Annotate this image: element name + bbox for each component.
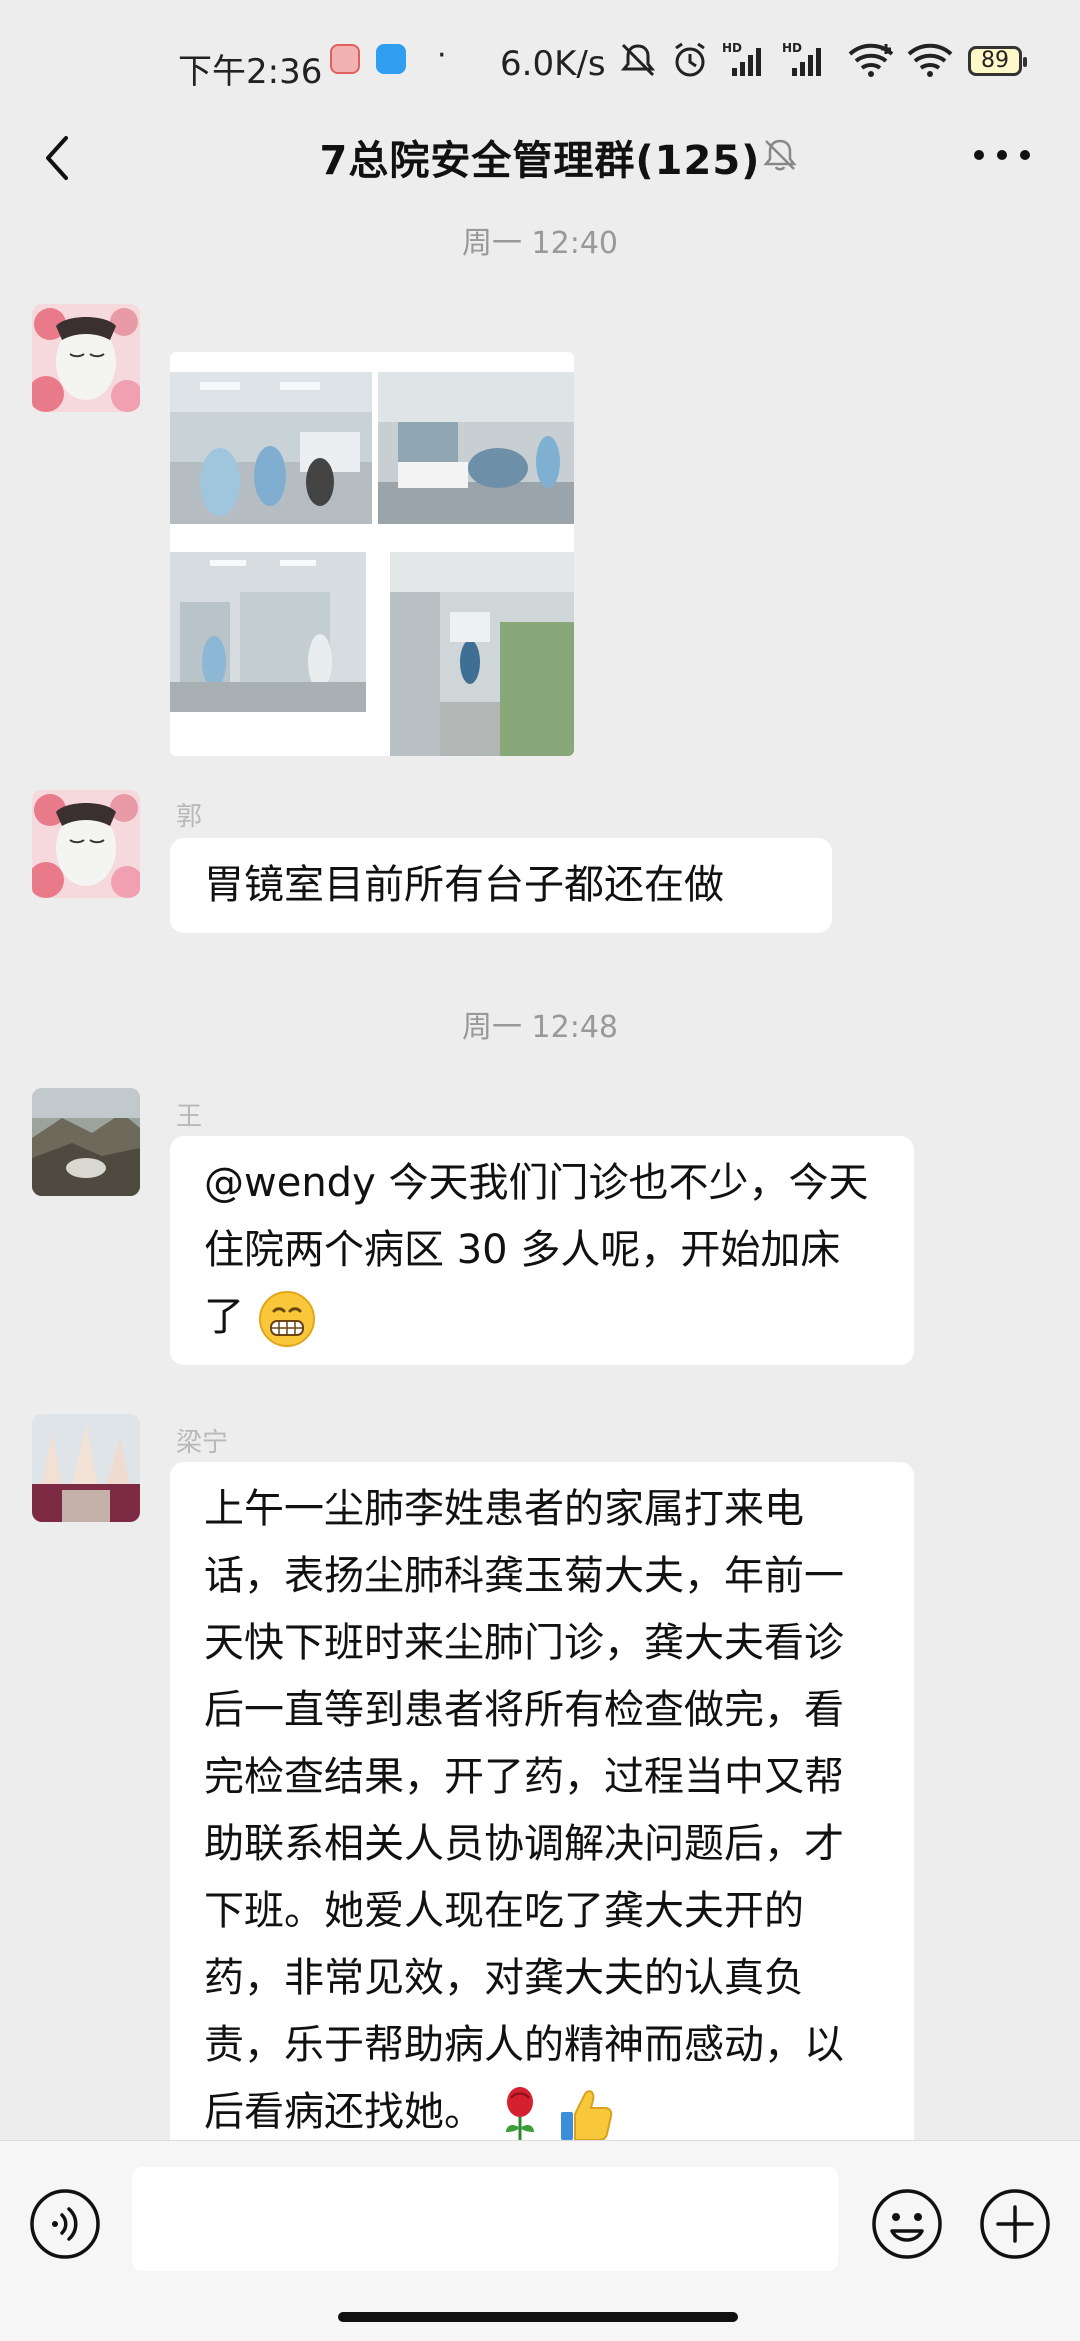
message-bubble[interactable]: 上午一尘肺李姓患者的家属打来电话，表扬尘肺科龚玉菊大夫，年前一天快下班时来尘肺门… (170, 1462, 914, 2162)
sender-name: 梁宁 (176, 1428, 229, 1458)
message-input[interactable] (132, 2167, 838, 2271)
status-dot: · (437, 38, 447, 73)
bell-off-icon (763, 139, 797, 171)
message-text: 上午一尘肺李姓患者的家属打来电话，表扬尘肺科龚玉菊大夫，年前一天快下班时来尘肺门… (204, 1486, 844, 2135)
cloud-app-icon (376, 44, 406, 74)
chat-title: 7总院安全管理群(125) (319, 138, 761, 184)
net-speed: 6.0K/s (500, 44, 606, 84)
hospital-photo[interactable] (170, 372, 372, 524)
message-timestamp: 周一 12:48 (462, 1010, 618, 1045)
hospital-photo[interactable] (390, 552, 574, 756)
status-time: 下午2:36 (178, 52, 323, 92)
message-text: 胃镜室目前所有台子都还在做 (204, 862, 724, 908)
wifi-icon (907, 43, 953, 77)
message-timestamp: 周一 12:40 (462, 226, 618, 261)
mute-bell-icon (620, 43, 656, 77)
hd-signal-icon: HD (722, 41, 761, 76)
hospital-photo[interactable] (170, 552, 366, 712)
svg-text:HD: HD (782, 41, 802, 55)
sender-name: 郭 (176, 802, 203, 832)
rose-emoji (505, 2087, 534, 2142)
input-bar (0, 2140, 1080, 2341)
avatar[interactable] (32, 1414, 140, 1522)
grinning-emoji (258, 1291, 315, 1347)
wifi-plus-icon (848, 43, 894, 77)
app-notification-icon (330, 44, 360, 74)
svg-text:HD: HD (722, 41, 742, 55)
hd-signal-icon: HD (782, 41, 821, 76)
home-indicator[interactable] (338, 2312, 738, 2322)
voice-icon[interactable] (28, 2187, 102, 2261)
emoji-icon[interactable] (870, 2187, 944, 2261)
status-bar: 下午2:36 · 6.0K/s HD HD 89 (0, 0, 1080, 120)
alarm-icon (675, 42, 705, 77)
hospital-photo[interactable] (378, 372, 574, 524)
sender-name: 王 (176, 1102, 203, 1132)
message-bubble[interactable]: 胃镜室目前所有台子都还在做 (170, 838, 832, 933)
image-grid-message[interactable] (170, 352, 574, 756)
battery-level: 89 (981, 48, 1009, 73)
avatar[interactable] (32, 1088, 140, 1196)
message-bubble[interactable]: @wendy 今天我们门诊也不少，今天住院两个病区 30 多人呢，开始加床了 (170, 1136, 914, 1365)
plus-icon[interactable] (978, 2187, 1052, 2261)
avatar[interactable] (32, 790, 140, 898)
thumbs-up-emoji (561, 2090, 613, 2141)
battery-icon: 89 (968, 46, 1027, 76)
avatar[interactable] (32, 304, 140, 412)
more-dots-icon[interactable] (972, 148, 1032, 162)
